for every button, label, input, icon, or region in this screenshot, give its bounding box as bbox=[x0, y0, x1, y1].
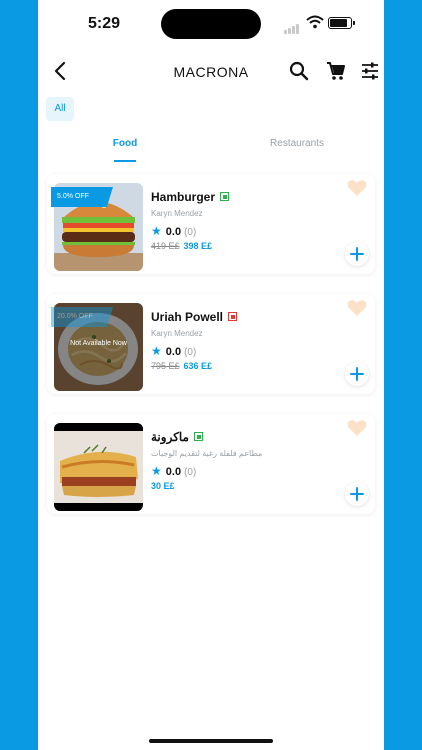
favorite-heart-icon[interactable] bbox=[347, 299, 367, 317]
item-name: ماكرونة bbox=[151, 430, 203, 444]
food-card[interactable]: Not Available Now 20.0% OFF Uriah Powell… bbox=[47, 294, 375, 394]
item-name: Hamburger bbox=[151, 190, 230, 204]
price: 30 E£ bbox=[151, 481, 175, 491]
baked-macaroni-image bbox=[54, 423, 143, 511]
favorite-heart-icon[interactable] bbox=[347, 179, 367, 197]
active-tab-indicator bbox=[114, 160, 136, 162]
restaurant-name: Karyn Mendez bbox=[151, 209, 203, 218]
food-card[interactable]: ماكرونة مطاعم فلفلة رغبة لتقديم الوجبات … bbox=[47, 414, 375, 514]
wifi-icon bbox=[306, 15, 324, 29]
battery-icon bbox=[328, 17, 355, 29]
discounted-price: 636 E£ bbox=[183, 361, 213, 371]
rating: ★ 0.0 (0) bbox=[151, 344, 197, 358]
restaurant-name: Karyn Mendez bbox=[151, 329, 203, 338]
rating: ★ 0.0 (0) bbox=[151, 224, 197, 238]
add-to-cart-button[interactable] bbox=[345, 482, 369, 506]
star-icon: ★ bbox=[151, 344, 162, 358]
status-time: 5:29 bbox=[88, 15, 121, 32]
home-indicator bbox=[149, 739, 273, 743]
discount-badge: 5.0% OFF bbox=[51, 187, 113, 207]
veg-indicator-icon bbox=[194, 432, 203, 442]
app-screen: 5:29 MACRONA All Food Restaurants 5.0% O… bbox=[38, 0, 384, 750]
veg-indicator-icon bbox=[220, 192, 230, 202]
availability-text: Not Available Now bbox=[70, 340, 127, 347]
tab-food[interactable]: Food bbox=[100, 138, 150, 149]
status-bar: 5:29 bbox=[38, 0, 384, 46]
favorite-heart-icon[interactable] bbox=[347, 419, 367, 437]
cellular-signal-icon bbox=[284, 21, 300, 39]
original-price: 419 E£ bbox=[151, 241, 180, 251]
app-header: MACRONA bbox=[38, 52, 384, 88]
plus-icon bbox=[350, 367, 364, 381]
filter-chip-all[interactable]: All bbox=[46, 97, 74, 121]
rating: ★ 0.0 (0) bbox=[151, 464, 197, 478]
star-icon: ★ bbox=[151, 224, 162, 238]
star-icon: ★ bbox=[151, 464, 162, 478]
filter-sliders-icon[interactable] bbox=[359, 60, 381, 82]
current-price: 30 E£ bbox=[151, 481, 175, 491]
price: 419 E£ 398 E£ bbox=[151, 241, 212, 251]
cart-icon[interactable] bbox=[325, 60, 347, 82]
restaurant-name: مطاعم فلفلة رغبة لتقديم الوجبات bbox=[151, 449, 263, 458]
discounted-price: 398 E£ bbox=[183, 241, 213, 251]
add-to-cart-button[interactable] bbox=[345, 242, 369, 266]
tab-restaurants[interactable]: Restaurants bbox=[262, 138, 332, 149]
original-price: 795 E£ bbox=[151, 361, 180, 371]
item-name: Uriah Powell bbox=[151, 310, 238, 324]
price: 795 E£ 636 E£ bbox=[151, 361, 212, 371]
add-to-cart-button[interactable] bbox=[345, 362, 369, 386]
plus-icon bbox=[350, 247, 364, 261]
dynamic-island bbox=[161, 9, 261, 39]
search-icon[interactable] bbox=[288, 60, 310, 82]
discount-badge: 20.0% OFF bbox=[51, 307, 113, 327]
plus-icon bbox=[350, 487, 364, 501]
non-veg-indicator-icon bbox=[228, 312, 238, 322]
food-card[interactable]: 5.0% OFF Hamburger Karyn Mendez ★ 0.0 (0) … bbox=[47, 174, 375, 274]
